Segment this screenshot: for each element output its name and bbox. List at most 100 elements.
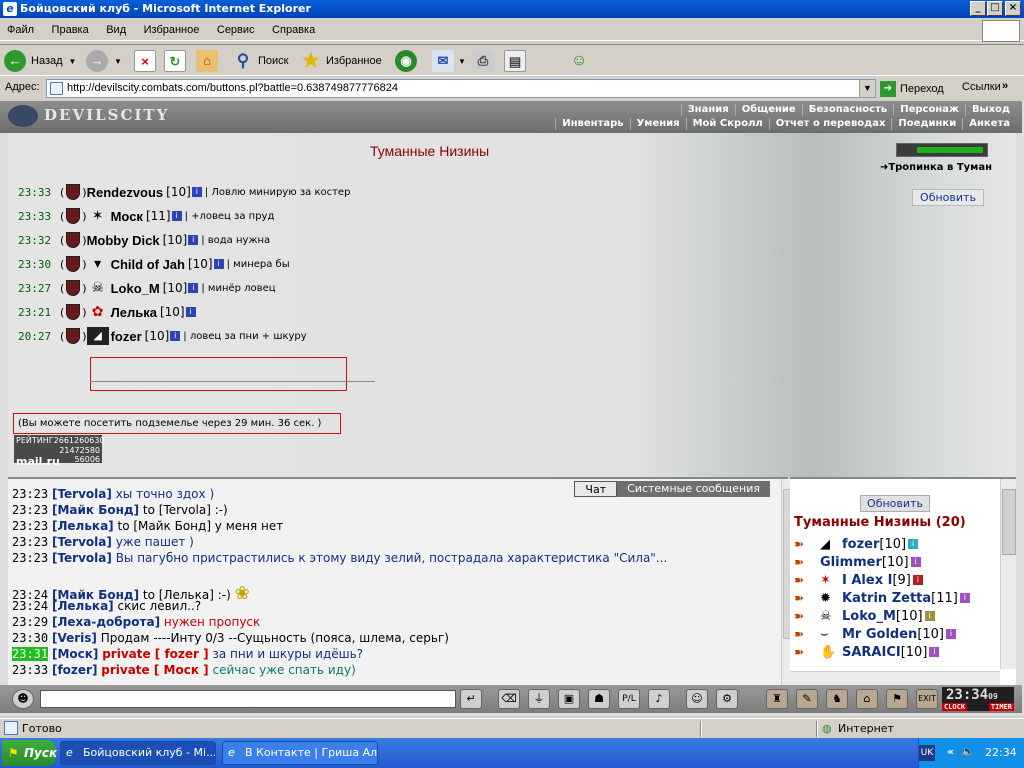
msg-time[interactable]: 23:29 — [12, 615, 48, 629]
user-name[interactable]: SARAICI — [842, 645, 901, 660]
nav-my-scroll[interactable]: Мой Скролл — [685, 118, 769, 130]
links-button[interactable]: Ссылки — [962, 81, 1001, 93]
send-icon[interactable]: ↵ — [460, 689, 482, 709]
private-arrow-icon[interactable]: ➽ — [794, 609, 812, 623]
msg-user[interactable]: [Лелька] — [52, 599, 114, 613]
info-icon[interactable]: i — [185, 307, 196, 317]
msg-user[interactable]: [Моск] — [52, 647, 98, 661]
msg-user[interactable]: [Veris] — [52, 631, 97, 645]
private-arrow-icon[interactable]: ➽ — [794, 573, 812, 587]
stop-button[interactable]: × — [134, 49, 156, 73]
msg-time[interactable]: 23:23 — [12, 503, 48, 517]
minimize-button[interactable]: _ — [970, 1, 986, 16]
menu-tools[interactable]: Сервис — [210, 21, 262, 39]
print-button[interactable]: ⎙ — [472, 49, 494, 73]
refresh-users-button[interactable]: Обновить — [860, 495, 930, 512]
users-horizontal-scrollbar[interactable] — [790, 671, 1000, 685]
nav-knowledge[interactable]: Знания — [680, 104, 735, 116]
volume-icon[interactable]: 🔈 — [961, 745, 975, 758]
menu-edit[interactable]: Правка — [45, 21, 96, 39]
info-icon[interactable]: i — [908, 539, 919, 549]
start-button[interactable]: ⚑ Пуск — [2, 740, 57, 766]
user-list-item[interactable]: ➽ ✹ Katrin Zetta [11] i — [794, 589, 970, 607]
user-list-item[interactable]: ➽ ⌣ Mr Golden [10] i — [794, 625, 956, 643]
links-chevron-icon[interactable]: » — [1002, 80, 1008, 92]
msg-private[interactable]: private [ Моск ] — [101, 663, 208, 677]
nav-communication[interactable]: Общение — [734, 104, 802, 116]
scroll-icon[interactable]: ✎ — [796, 689, 818, 709]
info-icon[interactable]: i — [910, 557, 921, 567]
player-name[interactable]: Child of Jah — [111, 257, 185, 272]
msg-user[interactable]: [Tervola] — [52, 487, 112, 501]
msg-time[interactable]: 23:23 — [12, 551, 48, 565]
tunnel-link[interactable]: ➜Тропинка в Туман — [880, 162, 992, 173]
info-icon[interactable]: i — [213, 259, 224, 269]
nav-skills[interactable]: Умения — [629, 118, 686, 130]
msg-time[interactable]: 23:33 — [12, 663, 48, 677]
info-icon[interactable]: i — [188, 283, 199, 293]
users-scrollbar[interactable] — [1000, 479, 1016, 669]
search-button[interactable]: ⚲ Поиск — [232, 49, 289, 73]
msg-user[interactable]: [Tervola] — [52, 535, 112, 549]
user-name[interactable]: Mr Golden — [842, 627, 917, 642]
user-list-item[interactable]: ➽ ✶ I Alex I [9] i — [794, 571, 923, 589]
user-list-item[interactable]: ➽ ✋ SARAICI [10] i — [794, 643, 940, 661]
media-button[interactable]: ◉ — [395, 49, 417, 73]
clock-label[interactable]: CLOCK — [942, 703, 968, 711]
msg-user[interactable]: [Леха-доброта] — [52, 615, 160, 629]
user-list-item[interactable]: ➽ Glimmer [10] i — [794, 553, 921, 571]
player-name[interactable]: Моск — [111, 209, 143, 224]
refresh-room-button[interactable]: Обновить — [912, 189, 984, 206]
user-name[interactable]: Katrin Zetta — [842, 591, 931, 606]
player-name[interactable]: Loko_M — [111, 281, 160, 296]
sound-icon[interactable]: ♪ — [648, 689, 670, 709]
user-list-item[interactable]: ➽ ◢ fozer [10] i — [794, 535, 919, 553]
msg-time[interactable]: 23:24 — [12, 599, 48, 613]
player-name[interactable]: fozer — [111, 329, 142, 344]
pl-icon[interactable]: P/L — [618, 689, 640, 709]
private-arrow-icon[interactable]: ➽ — [794, 645, 812, 659]
home-button[interactable]: ⌂ — [196, 49, 218, 73]
mail-button[interactable]: ✉ ▼ — [432, 49, 466, 73]
shop-icon[interactable]: ⌂ — [856, 689, 878, 709]
smiley-icon[interactable]: ☺ — [686, 689, 708, 709]
info-icon[interactable]: i — [188, 235, 199, 245]
close-button[interactable]: × — [1005, 1, 1021, 16]
back-button[interactable]: ← Назад ▼ — [4, 49, 76, 73]
info-icon[interactable]: i — [191, 187, 202, 197]
nav-exit[interactable]: Выход — [964, 104, 1016, 116]
menu-help[interactable]: Справка — [265, 21, 322, 39]
chat-mode-icon[interactable]: ☻ — [12, 689, 34, 709]
info-icon[interactable]: i — [959, 593, 970, 603]
menu-file[interactable]: Файл — [0, 21, 41, 39]
scroll-thumb[interactable] — [1002, 489, 1016, 555]
menu-favorites[interactable]: Избранное — [137, 21, 207, 39]
user-name[interactable]: fozer — [842, 537, 879, 552]
bag-icon[interactable]: ♜ — [766, 689, 788, 709]
save-log-icon[interactable]: ▣ — [558, 689, 580, 709]
info-icon[interactable]: i — [924, 611, 935, 621]
walk-icon[interactable]: ☗ — [588, 689, 610, 709]
refresh-button[interactable]: ↻ — [164, 49, 186, 73]
task-ie-fightclub[interactable]: e Бойцовский клуб - Mi... — [60, 741, 216, 765]
msg-user[interactable]: [fozer] — [52, 663, 97, 677]
msg-user[interactable]: [Tervola] — [52, 551, 112, 565]
nav-transfers[interactable]: Отчет о переводах — [768, 118, 892, 130]
forward-button[interactable]: → ▼ — [86, 49, 122, 73]
private-arrow-icon[interactable]: ➽ — [794, 537, 812, 551]
exit-icon[interactable]: EXIT — [916, 689, 938, 709]
messenger-button[interactable]: ☺ — [568, 49, 590, 73]
favorites-button[interactable]: ★ Избранное — [300, 49, 382, 73]
private-arrow-icon[interactable]: ➽ — [794, 627, 812, 641]
info-icon[interactable]: i — [929, 647, 940, 657]
msg-time[interactable]: 23:23 — [12, 487, 48, 501]
filter-icon[interactable]: ⏚ — [528, 689, 550, 709]
chat-input[interactable] — [40, 690, 456, 708]
player-name[interactable]: Mobby Dick — [87, 233, 160, 248]
nav-inventory[interactable]: Инвентарь — [555, 118, 629, 130]
player-name[interactable]: Лелька — [111, 305, 157, 320]
msg-time[interactable]: 23:23 — [12, 519, 48, 533]
msg-time[interactable]: 23:23 — [12, 535, 48, 549]
user-name[interactable]: I Alex I — [842, 573, 892, 588]
tab-chat[interactable]: Чат — [574, 481, 618, 497]
